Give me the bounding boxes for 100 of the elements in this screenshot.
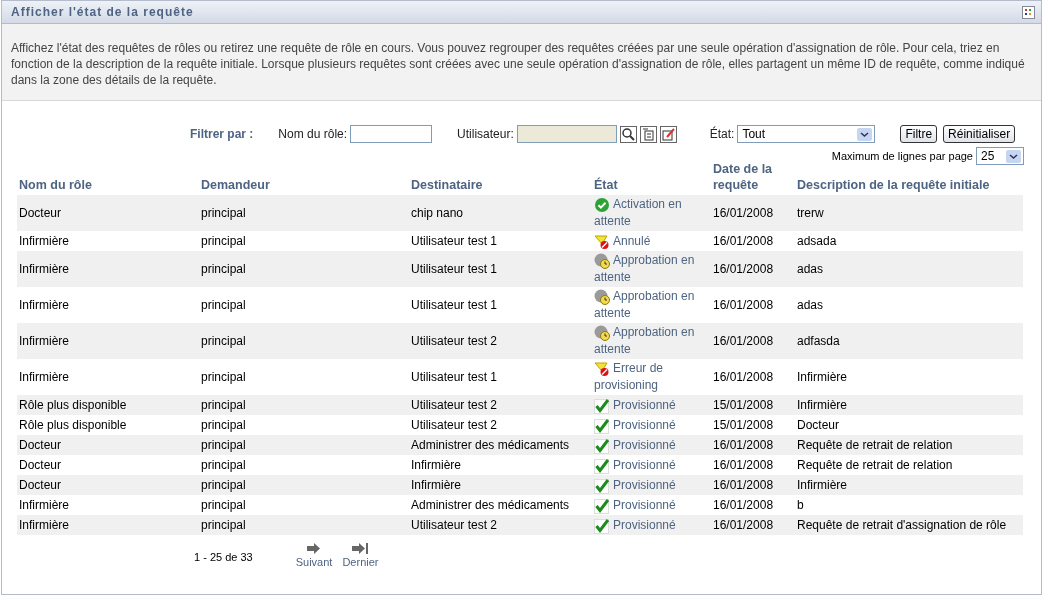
- checkmark-icon: [594, 397, 610, 414]
- table-cell: Infirmière: [409, 475, 592, 495]
- table-cell: b: [795, 495, 1023, 515]
- table-cell: 16/01/2008: [711, 323, 795, 359]
- table-cell: principal: [199, 231, 409, 251]
- table-cell: adfasda: [795, 323, 1023, 359]
- table-cell: adas: [795, 287, 1023, 323]
- max-rows-dropdown[interactable]: 25: [976, 147, 1024, 165]
- table-cell: Administrer des médicaments: [409, 435, 592, 455]
- clock-icon: [594, 253, 610, 269]
- arrow-right-icon: [307, 543, 322, 554]
- checkmark-icon: [594, 437, 610, 454]
- table-cell: 16/01/2008: [711, 251, 795, 287]
- column-header[interactable]: Date de la requête: [711, 161, 795, 195]
- table-cell: 15/01/2008: [711, 415, 795, 435]
- table-cell: 16/01/2008: [711, 435, 795, 455]
- checkmark-icon: [594, 497, 610, 514]
- checkmark-icon: [594, 417, 610, 434]
- table-cell: principal: [199, 195, 409, 231]
- table-cell: principal: [199, 495, 409, 515]
- table-cell: Utilisateur test 1: [409, 251, 592, 287]
- check-circle-icon: [594, 197, 610, 213]
- table-cell: principal: [199, 323, 409, 359]
- table-cell: 16/01/2008: [711, 287, 795, 323]
- table-cell: principal: [199, 415, 409, 435]
- table-cell: Infirmière: [409, 455, 592, 475]
- column-header[interactable]: Demandeur: [199, 161, 409, 195]
- list-icon[interactable]: [639, 125, 657, 143]
- table-cell: Administrer des médicaments: [409, 495, 592, 515]
- column-header[interactable]: Nom du rôle: [17, 161, 199, 195]
- table-cell: Utilisateur test 1: [409, 231, 592, 251]
- table-cell: Infirmière: [795, 359, 1023, 395]
- status-link[interactable]: Provisionné: [594, 456, 709, 474]
- table-cell: Utilisateur test 1: [409, 287, 592, 323]
- column-header[interactable]: Destinataire: [409, 161, 592, 195]
- table-cell: Rôle plus disponible: [17, 415, 199, 435]
- checkmark-icon: [594, 477, 610, 494]
- role-label: Nom du rôle:: [278, 127, 348, 141]
- table-cell: Docteur: [17, 455, 199, 475]
- grid-icon[interactable]: [1022, 5, 1035, 19]
- table-cell: Infirmière: [795, 395, 1023, 415]
- state-dropdown[interactable]: Tout: [737, 125, 876, 143]
- table-cell: principal: [199, 515, 409, 535]
- checkmark-icon: [594, 457, 610, 474]
- column-header[interactable]: État: [592, 161, 711, 195]
- status-link[interactable]: Erreur de provisioning: [594, 360, 709, 394]
- status-link[interactable]: Provisionné: [594, 416, 709, 434]
- status-link[interactable]: Approbation en attente: [594, 288, 709, 322]
- panel-title: Afficher l'état de la requête: [11, 5, 194, 19]
- table-cell: principal: [199, 251, 409, 287]
- table-cell: Utilisateur test 1: [409, 359, 592, 395]
- user-label: Utilisateur:: [457, 127, 514, 141]
- table-cell: adas: [795, 251, 1023, 287]
- table-cell: Infirmière: [17, 359, 199, 395]
- table-cell: principal: [199, 359, 409, 395]
- status-link[interactable]: Provisionné: [594, 396, 709, 414]
- table-cell: 16/01/2008: [711, 231, 795, 251]
- status-link[interactable]: Provisionné: [594, 476, 709, 494]
- table-cell: 15/01/2008: [711, 395, 795, 415]
- status-link[interactable]: Provisionné: [594, 436, 709, 454]
- table-cell: principal: [199, 475, 409, 495]
- next-page-link[interactable]: Suivant: [295, 543, 333, 568]
- table-cell: adsada: [795, 231, 1023, 251]
- table-cell: Infirmière: [17, 495, 199, 515]
- role-input-field[interactable]: [350, 125, 433, 143]
- status-link[interactable]: Provisionné: [594, 516, 709, 534]
- status-link[interactable]: Approbation en attente: [594, 324, 709, 358]
- status-link[interactable]: Annulé: [594, 232, 709, 250]
- search-icon[interactable]: [619, 125, 637, 143]
- table-cell: 16/01/2008: [711, 359, 795, 395]
- table-cell: Utilisateur test 2: [409, 395, 592, 415]
- table-cell: chip nano: [409, 195, 592, 231]
- filter-label: Filtrer par :: [190, 127, 254, 141]
- table-cell: Infirmière: [795, 475, 1023, 495]
- status-link[interactable]: Approbation en attente: [594, 252, 709, 286]
- status-link[interactable]: Provisionné: [594, 496, 709, 514]
- checkmark-icon: [594, 517, 610, 534]
- warning-stop-icon: [594, 361, 610, 377]
- table-cell: principal: [199, 455, 409, 475]
- table-cell: Requête de retrait de relation: [795, 435, 1023, 455]
- edit-icon[interactable]: [659, 125, 677, 143]
- table-cell: Requête de retrait d'assignation de rôle: [795, 515, 1023, 535]
- table-cell: 16/01/2008: [711, 195, 795, 231]
- table-cell: Docteur: [17, 435, 199, 455]
- table-cell: Docteur: [795, 415, 1023, 435]
- table-cell: 16/01/2008: [711, 475, 795, 495]
- status-link[interactable]: Activation en attente: [594, 196, 709, 230]
- clock-icon: [594, 289, 610, 305]
- table-cell: Utilisateur test 2: [409, 323, 592, 359]
- state-label: État:: [709, 127, 735, 141]
- filter-button[interactable]: Filtre: [900, 125, 938, 143]
- table-cell: Infirmière: [17, 231, 199, 251]
- table-cell: trerw: [795, 195, 1023, 231]
- last-page-link[interactable]: Dernier: [342, 543, 379, 568]
- table-cell: Infirmière: [17, 251, 199, 287]
- page-range-text: 1 - 25 de 33: [194, 551, 253, 563]
- reset-button[interactable]: Réinitialiser: [943, 125, 1016, 143]
- table-cell: Docteur: [17, 195, 199, 231]
- table-cell: Utilisateur test 2: [409, 515, 592, 535]
- arrow-to-end-icon: [351, 543, 369, 554]
